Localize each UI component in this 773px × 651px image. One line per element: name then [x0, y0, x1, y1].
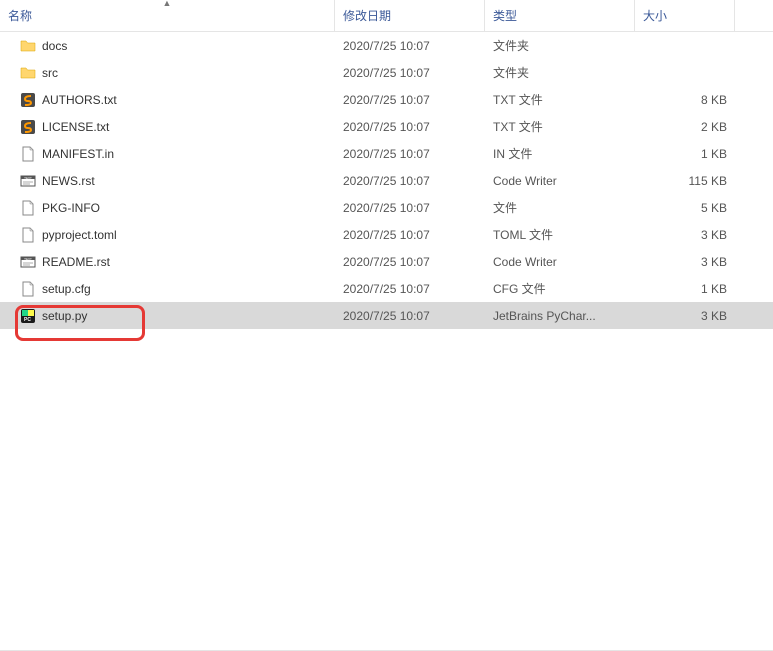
file-type-cell: 文件夹	[485, 64, 635, 81]
file-size-cell: 3 KB	[635, 255, 735, 269]
file-type-cell: Code Writer	[485, 174, 635, 188]
file-date-cell: 2020/7/25 10:07	[335, 309, 485, 323]
column-header-date[interactable]: 修改日期	[335, 0, 485, 31]
sublime-icon	[20, 92, 36, 108]
file-type-cell: TOML 文件	[485, 226, 635, 243]
file-row[interactable]: PKG-INFO 2020/7/25 10:07文件5 KB	[0, 194, 773, 221]
file-type-cell: TXT 文件	[485, 118, 635, 135]
file-name-label: AUTHORS.txt	[42, 93, 117, 107]
text-icon	[20, 173, 36, 189]
file-size-cell: 3 KB	[635, 309, 735, 323]
column-header-size-label: 大小	[643, 7, 667, 24]
file-icon	[20, 146, 36, 162]
file-name-label: MANIFEST.in	[42, 147, 114, 161]
file-date-cell: 2020/7/25 10:07	[335, 93, 485, 107]
file-name-label: setup.py	[42, 309, 87, 323]
file-type-cell: IN 文件	[485, 145, 635, 162]
file-name-label: README.rst	[42, 255, 110, 269]
file-explorer: 名称 ▲ 修改日期 类型 大小 docs2020/7/25 10:07文件夹sr…	[0, 0, 773, 651]
text-icon	[20, 254, 36, 270]
file-name-cell: PKG-INFO	[0, 200, 335, 216]
file-row[interactable]: NEWS.rst 2020/7/25 10:07Code Writer115 KB	[0, 167, 773, 194]
file-row[interactable]: setup.cfg 2020/7/25 10:07CFG 文件1 KB	[0, 275, 773, 302]
file-date-cell: 2020/7/25 10:07	[335, 282, 485, 296]
file-type-cell: 文件	[485, 199, 635, 216]
file-date-cell: 2020/7/25 10:07	[335, 201, 485, 215]
column-header-size[interactable]: 大小	[635, 0, 735, 31]
folder-icon	[20, 65, 36, 81]
file-size-cell: 115 KB	[635, 174, 735, 188]
sort-ascending-icon: ▲	[163, 0, 172, 8]
file-name-label: setup.cfg	[42, 282, 91, 296]
file-row[interactable]: LICENSE.txt 2020/7/25 10:07TXT 文件2 KB	[0, 113, 773, 140]
sublime-icon	[20, 119, 36, 135]
file-row[interactable]: src 2020/7/25 10:07文件夹	[0, 59, 773, 86]
file-name-label: PKG-INFO	[42, 201, 100, 215]
file-type-cell: CFG 文件	[485, 280, 635, 297]
file-name-label: NEWS.rst	[42, 174, 95, 188]
column-header-type-label: 类型	[493, 7, 517, 24]
file-row[interactable]: AUTHORS.txt 2020/7/25 10:07TXT 文件8 KB	[0, 86, 773, 113]
file-icon	[20, 200, 36, 216]
file-name-cell: README.rst	[0, 254, 335, 270]
file-type-cell: TXT 文件	[485, 91, 635, 108]
file-date-cell: 2020/7/25 10:07	[335, 120, 485, 134]
file-size-cell: 1 KB	[635, 282, 735, 296]
pycharm-icon	[20, 308, 36, 324]
file-date-cell: 2020/7/25 10:07	[335, 174, 485, 188]
file-size-cell: 1 KB	[635, 147, 735, 161]
file-name-cell: docs	[0, 38, 335, 54]
column-header-name-label: 名称	[8, 7, 32, 24]
file-name-label: docs	[42, 39, 67, 53]
file-size-cell: 5 KB	[635, 201, 735, 215]
file-icon	[20, 227, 36, 243]
file-type-cell: Code Writer	[485, 255, 635, 269]
file-name-cell: NEWS.rst	[0, 173, 335, 189]
column-header-row: 名称 ▲ 修改日期 类型 大小	[0, 0, 773, 32]
file-type-cell: 文件夹	[485, 37, 635, 54]
file-list[interactable]: docs2020/7/25 10:07文件夹src2020/7/25 10:07…	[0, 32, 773, 650]
file-name-cell: MANIFEST.in	[0, 146, 335, 162]
file-size-cell: 3 KB	[635, 228, 735, 242]
file-name-cell: src	[0, 65, 335, 81]
file-date-cell: 2020/7/25 10:07	[335, 39, 485, 53]
file-name-cell: AUTHORS.txt	[0, 92, 335, 108]
column-header-name[interactable]: 名称 ▲	[0, 0, 335, 31]
folder-icon	[20, 38, 36, 54]
file-size-cell: 8 KB	[635, 93, 735, 107]
file-date-cell: 2020/7/25 10:07	[335, 66, 485, 80]
file-row[interactable]: setup.py 2020/7/25 10:07JetBrains PyChar.…	[0, 302, 773, 329]
column-header-date-label: 修改日期	[343, 7, 391, 24]
file-name-cell: setup.py	[0, 308, 335, 324]
file-size-cell: 2 KB	[635, 120, 735, 134]
file-date-cell: 2020/7/25 10:07	[335, 147, 485, 161]
file-row[interactable]: MANIFEST.in 2020/7/25 10:07IN 文件1 KB	[0, 140, 773, 167]
file-name-label: LICENSE.txt	[42, 120, 109, 134]
file-row[interactable]: README.rst 2020/7/25 10:07Code Writer3 KB	[0, 248, 773, 275]
file-name-cell: LICENSE.txt	[0, 119, 335, 135]
file-row[interactable]: pyproject.toml 2020/7/25 10:07TOML 文件3 KB	[0, 221, 773, 248]
file-icon	[20, 281, 36, 297]
file-name-cell: pyproject.toml	[0, 227, 335, 243]
file-name-cell: setup.cfg	[0, 281, 335, 297]
file-type-cell: JetBrains PyChar...	[485, 309, 635, 323]
file-date-cell: 2020/7/25 10:07	[335, 228, 485, 242]
file-name-label: pyproject.toml	[42, 228, 117, 242]
file-name-label: src	[42, 66, 58, 80]
column-header-type[interactable]: 类型	[485, 0, 635, 31]
file-date-cell: 2020/7/25 10:07	[335, 255, 485, 269]
file-row[interactable]: docs 2020/7/25 10:07文件夹	[0, 32, 773, 59]
